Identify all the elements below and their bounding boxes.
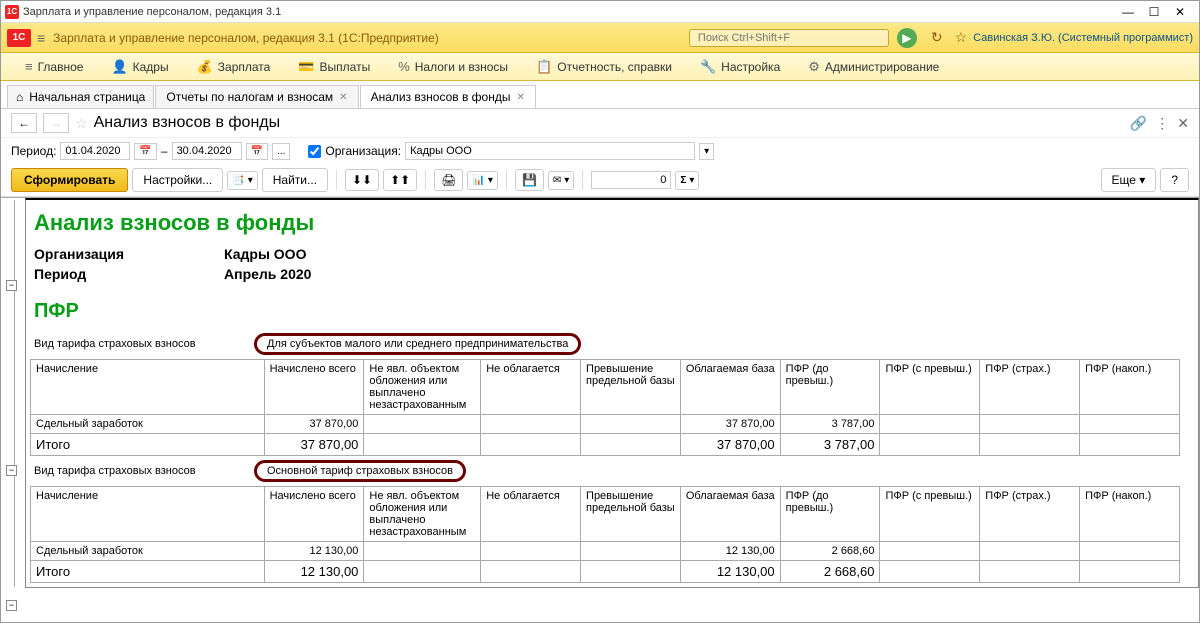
- menu-main[interactable]: ≡Главное: [11, 55, 97, 78]
- collapse-icon[interactable]: −: [6, 600, 17, 611]
- gear-icon: ⚙: [808, 59, 820, 75]
- org-select[interactable]: [405, 142, 695, 160]
- org-checkbox[interactable]: [308, 145, 321, 158]
- close-button[interactable]: ✕: [1173, 5, 1187, 19]
- tabsbar: ⌂ Начальная страница Отчеты по налогам и…: [1, 81, 1199, 109]
- link-icon[interactable]: 🔗: [1130, 115, 1147, 132]
- collapse-icon[interactable]: −: [6, 465, 17, 476]
- chart-button[interactable]: 📊 ▾: [467, 171, 497, 190]
- menu-otchet[interactable]: 📋Отчетность, справки: [522, 55, 686, 79]
- form-button[interactable]: Сформировать: [11, 168, 128, 192]
- person-icon: 👤: [111, 59, 127, 75]
- section-title: ПФР: [30, 284, 1194, 329]
- menu-icon[interactable]: ≡: [37, 30, 45, 46]
- collapse-button[interactable]: ⬆⬆: [383, 169, 417, 191]
- more-button[interactable]: Еще ▾: [1101, 168, 1157, 192]
- menu-icon-main: ≡: [25, 59, 33, 74]
- logo-icon: 1C: [7, 29, 31, 47]
- menu-admin[interactable]: ⚙Администрирование: [794, 55, 953, 79]
- report-org-value: Кадры ООО: [224, 246, 306, 262]
- page-title: Анализ взносов в фонды: [94, 114, 281, 132]
- tariff-value-1: Для субъектов малого или среднего предпр…: [254, 333, 581, 355]
- data-table-1: Начисление Начислено всего Не явл. объек…: [30, 359, 1180, 456]
- report-title: Анализ взносов в фонды: [30, 210, 1194, 244]
- calendar-from-button[interactable]: 📅: [134, 143, 156, 160]
- close-icon[interactable]: ✕: [339, 92, 347, 103]
- user-link[interactable]: Савинская З.Ю. (Системный программист): [973, 32, 1193, 44]
- filter-row: Период: 📅 – 📅 ... Организация: ▾: [1, 138, 1199, 164]
- card-icon: 💳: [298, 59, 314, 75]
- calendar-to-button[interactable]: 📅: [246, 143, 268, 160]
- minimize-button[interactable]: —: [1121, 5, 1135, 19]
- play-icon[interactable]: ▶: [897, 28, 917, 48]
- print-button[interactable]: 🖨: [434, 169, 463, 191]
- mail-button[interactable]: ✉ ▾: [548, 171, 574, 190]
- tariff-value-2: Основной тариф страховых взносов: [254, 460, 466, 482]
- org-label: Организация:: [325, 144, 401, 158]
- menu-nalogi[interactable]: %Налоги и взносы: [384, 55, 522, 78]
- favorite-icon[interactable]: ☆: [955, 29, 968, 46]
- date-to-input[interactable]: [172, 142, 242, 160]
- money-icon: 💰: [197, 59, 213, 75]
- period-label: Период:: [11, 144, 56, 158]
- collapse-icon[interactable]: −: [6, 280, 17, 291]
- action-row: Сформировать Настройки... 📑 ▾ Найти... ⬇…: [1, 164, 1199, 197]
- home-icon: ⌂: [16, 90, 23, 104]
- menu-zarplata[interactable]: 💰Зарплата: [183, 55, 285, 79]
- help-button[interactable]: ?: [1160, 168, 1189, 192]
- save-button[interactable]: 💾: [515, 169, 544, 191]
- maximize-button[interactable]: ☐: [1147, 5, 1161, 19]
- expand-button[interactable]: ⬇⬇: [345, 169, 379, 191]
- org-dropdown-button[interactable]: ▾: [699, 143, 714, 160]
- report-org-label: Организация: [34, 246, 224, 262]
- tab-analysis[interactable]: Анализ взносов в фонды✕: [360, 85, 536, 108]
- date-from-input[interactable]: [60, 142, 130, 160]
- history-icon[interactable]: ↻: [931, 29, 943, 46]
- menubar: ≡Главное 👤Кадры 💰Зарплата 💳Выплаты %Нало…: [1, 53, 1199, 81]
- menu-kadry[interactable]: 👤Кадры: [97, 55, 182, 79]
- settings-button[interactable]: Настройки...: [132, 168, 223, 192]
- table-row-total[interactable]: Итого 12 130,00 12 130,00 2 668,60: [31, 561, 1180, 583]
- back-button[interactable]: ←: [11, 113, 37, 133]
- clipboard-icon: 📋: [536, 59, 552, 75]
- find-button[interactable]: Найти...: [262, 168, 328, 192]
- search-input[interactable]: [689, 29, 889, 47]
- titlebar-text: Зарплата и управление персоналом, редакц…: [23, 6, 1121, 18]
- close-icon[interactable]: ✕: [516, 92, 524, 103]
- app-icon: 1C: [5, 5, 19, 19]
- report-period-label: Период: [34, 266, 224, 282]
- table-row[interactable]: Сдельный заработок 37 870,00 37 870,00 3…: [31, 415, 1180, 434]
- more-icon[interactable]: ⋮: [1155, 115, 1169, 132]
- tab-reports[interactable]: Отчеты по налогам и взносам✕: [155, 85, 358, 108]
- variants-button[interactable]: 📑 ▾: [227, 171, 257, 190]
- table-row[interactable]: Сдельный заработок 12 130,00 12 130,00 2…: [31, 542, 1180, 561]
- page-toolbar: ← → ☆ Анализ взносов в фонды 🔗 ⋮ ✕: [1, 109, 1199, 138]
- tariff-label: Вид тарифа страховых взносов: [34, 338, 254, 350]
- star-icon[interactable]: ☆: [75, 115, 88, 132]
- forward-button[interactable]: →: [43, 113, 69, 133]
- titlebar: 1C Зарплата и управление персоналом, ред…: [1, 1, 1199, 23]
- header: 1C ≡ Зарплата и управление персоналом, р…: [1, 23, 1199, 53]
- close-page-icon[interactable]: ✕: [1177, 115, 1189, 132]
- sigma-button[interactable]: Σ ▾: [675, 171, 699, 190]
- percent-icon: %: [398, 59, 410, 74]
- menu-nastroika[interactable]: 🔧Настройка: [686, 55, 794, 79]
- menu-vyplaty[interactable]: 💳Выплаты: [284, 55, 384, 79]
- data-table-2: Начисление Начислено всего Не явл. объек…: [30, 486, 1180, 583]
- wrench-icon: 🔧: [700, 59, 716, 75]
- sum-input[interactable]: [591, 171, 671, 189]
- header-title: Зарплата и управление персоналом, редакц…: [53, 31, 689, 45]
- report-area[interactable]: − − − Анализ взносов в фонды Организация…: [1, 197, 1199, 620]
- tariff-label: Вид тарифа страховых взносов: [34, 465, 254, 477]
- tab-home[interactable]: ⌂ Начальная страница: [7, 85, 154, 108]
- period-select-button[interactable]: ...: [272, 143, 290, 160]
- table-row-total[interactable]: Итого 37 870,00 37 870,00 3 787,00: [31, 434, 1180, 456]
- report-period-value: Апрель 2020: [224, 266, 311, 282]
